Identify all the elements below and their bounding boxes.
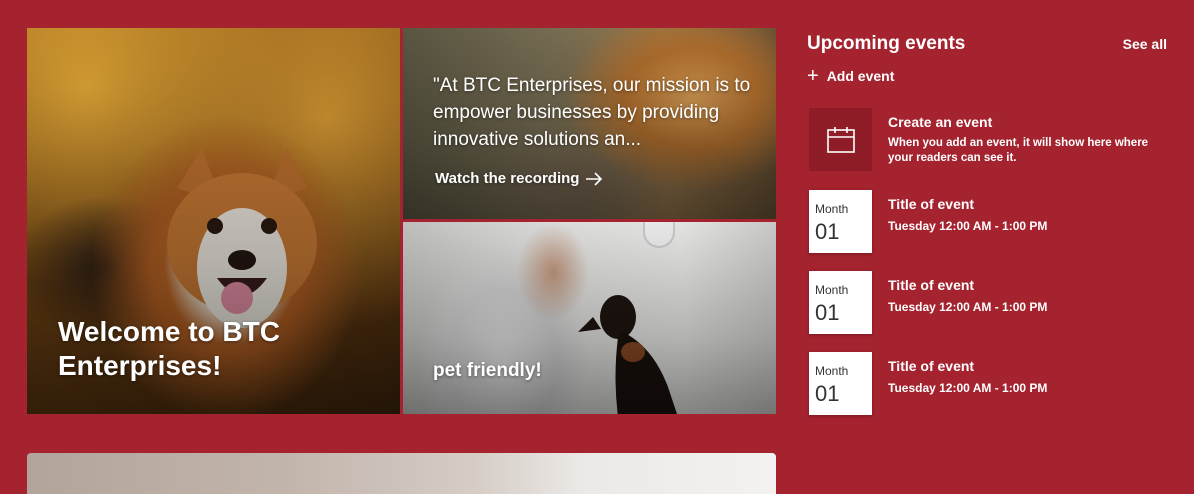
see-all-link[interactable]: See all	[1123, 36, 1167, 52]
events-header: Upcoming events See all	[807, 30, 1167, 58]
add-event-label: Add event	[826, 68, 895, 84]
event-item[interactable]: Month 01 Title of event Tuesday 12:00 AM…	[809, 352, 1047, 415]
event-month: Month	[815, 283, 849, 297]
watch-recording-label: Watch the recording	[435, 170, 580, 187]
event-day: 01	[815, 381, 840, 406]
wall-clock-image	[643, 222, 675, 248]
hero-pet-title[interactable]: pet friendly!	[433, 360, 542, 382]
hero-tile-welcome[interactable]: Welcome to BTC Enterprises!	[27, 28, 400, 414]
hero-quote-text: "At BTC Enterprises, our mission is to e…	[433, 75, 751, 150]
event-item[interactable]: Month 01 Title of event Tuesday 12:00 AM…	[809, 271, 1047, 334]
event-time: Tuesday 12:00 AM - 1:00 PM	[888, 381, 1048, 395]
event-item[interactable]: Month 01 Title of event Tuesday 12:00 AM…	[809, 190, 1047, 253]
upcoming-events-panel: Upcoming events See all + Add event Crea…	[807, 30, 1167, 415]
next-section-image-card	[27, 453, 776, 494]
event-month: Month	[815, 364, 849, 378]
watch-recording-link[interactable]: Watch the recording	[435, 170, 603, 187]
event-time: Tuesday 12:00 AM - 1:00 PM	[888, 219, 1048, 233]
event-time: Tuesday 12:00 AM - 1:00 PM	[888, 300, 1048, 314]
event-date-box: Month 01	[809, 352, 872, 415]
event-date-box: Month 01	[809, 190, 872, 253]
event-month: Month	[815, 202, 849, 216]
event-day: 01	[815, 300, 840, 325]
dachshund-image	[578, 295, 677, 414]
arrow-right-icon	[586, 171, 603, 186]
calendar-icon	[809, 108, 872, 171]
event-day: 01	[815, 219, 840, 244]
events-title: Upcoming events	[807, 33, 966, 54]
create-event-description: When you add an event, it will show here…	[888, 137, 1149, 164]
event-title[interactable]: Title of event	[888, 277, 1047, 293]
create-event-card[interactable]: Create an event When you add an event, i…	[809, 108, 1153, 171]
add-event-button[interactable]: + Add event	[807, 66, 1167, 86]
hero-tile-pet[interactable]: pet friendly!	[403, 222, 776, 414]
event-title[interactable]: Title of event	[888, 358, 1047, 374]
create-event-title[interactable]: Create an event	[888, 114, 1153, 130]
event-date-box: Month 01	[809, 271, 872, 334]
event-title[interactable]: Title of event	[888, 196, 1047, 212]
hero-welcome-title[interactable]: Welcome to BTC Enterprises!	[58, 315, 358, 383]
plus-icon: +	[807, 65, 819, 87]
hero-tile-quote[interactable]: "At BTC Enterprises, our mission is to e…	[403, 28, 776, 219]
hero-section: Welcome to BTC Enterprises! "At BTC Ente…	[27, 28, 776, 414]
